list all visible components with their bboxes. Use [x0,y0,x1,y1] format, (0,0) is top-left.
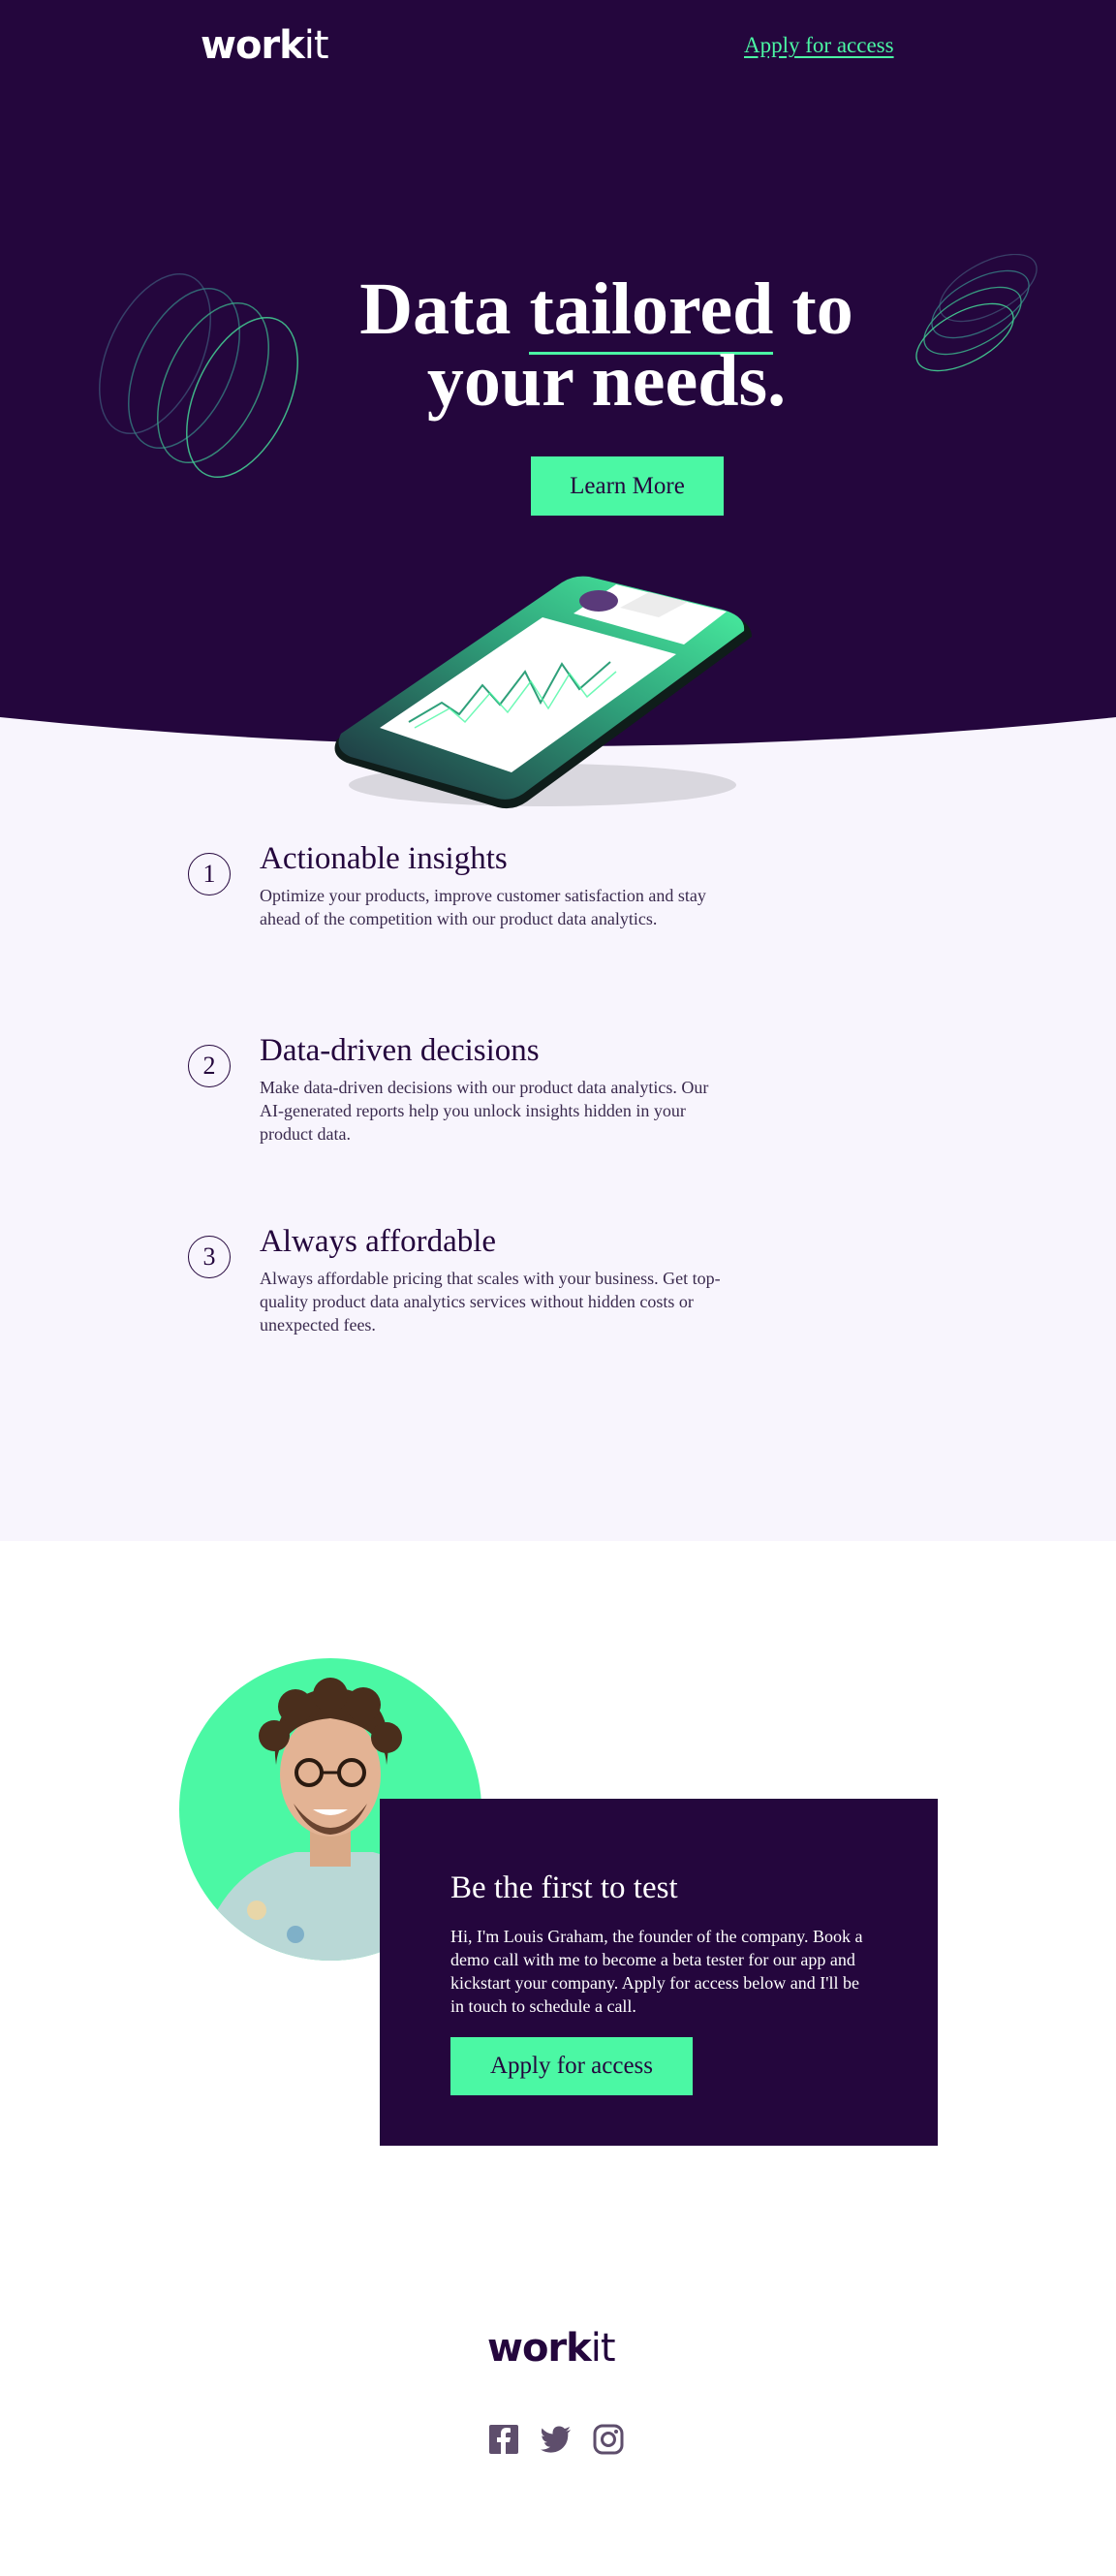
feature-number-badge: 2 [188,1045,231,1087]
decorative-rings-left [99,272,298,479]
logo-text-light: it [303,23,329,68]
facebook-icon[interactable] [487,2423,520,2456]
phone-illustration [334,576,752,809]
decorative-rings-right [915,254,1038,372]
social-links [487,2423,625,2456]
feature-title: Data-driven decisions [260,1033,540,1068]
headline-part: Data [359,268,530,350]
feature-description: Make data-driven decisions with our prod… [260,1078,709,1144]
feature-description: Always affordable pricing that scales wi… [260,1269,721,1335]
logo[interactable]: workit [201,23,329,68]
feature-title: Always affordable [260,1224,497,1259]
twitter-icon[interactable] [540,2423,573,2456]
feature-description: Optimize your products, improve customer… [260,886,706,928]
feature-title: Actionable insights [260,841,508,876]
features-bottom-curve [0,1492,1116,1539]
feature-number-badge: 1 [188,853,231,895]
learn-more-button[interactable]: Learn More [531,456,724,516]
hero-headline: Data tailored to your needs. [316,268,897,418]
logo-text-bold: work [201,23,305,68]
card-title: Be the first to test [450,1870,678,1905]
card-description: Hi, I'm Louis Graham, the founder of the… [450,1927,863,2016]
footer-logo[interactable]: workit [487,2326,616,2371]
apply-for-access-link[interactable]: Apply for access [744,33,894,58]
logo-text-light: it [590,2326,616,2371]
apply-for-access-button[interactable]: Apply for access [450,2037,693,2095]
feature-number-badge: 3 [188,1236,231,1278]
instagram-icon[interactable] [592,2423,625,2456]
logo-text-bold: work [487,2326,592,2371]
